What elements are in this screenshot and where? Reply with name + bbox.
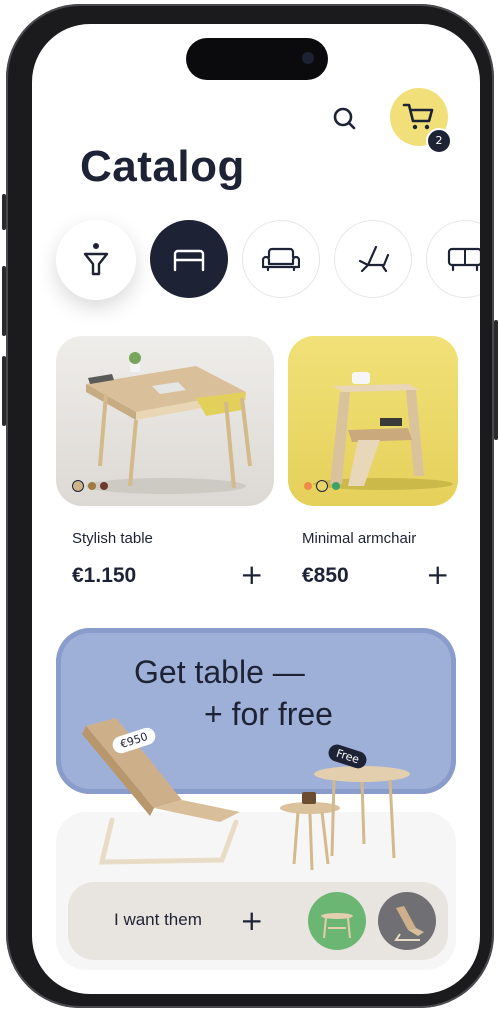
color-swatch[interactable] [304, 482, 312, 490]
bed-icon [173, 249, 205, 272]
product-name: Minimal armchair [302, 530, 417, 547]
color-swatch[interactable] [88, 482, 96, 490]
lounge-chair-icon [358, 245, 390, 273]
add-to-cart-button[interactable]: + [240, 561, 263, 589]
color-options [72, 480, 108, 492]
category-chairs[interactable] [334, 220, 412, 298]
product-price: €850 [302, 564, 349, 587]
top-bar: 2 [32, 84, 480, 154]
search-icon[interactable] [330, 104, 360, 134]
side-table-thumbnail[interactable] [308, 892, 366, 950]
filter-button[interactable] [56, 220, 136, 300]
cart-count-badge: 2 [426, 128, 452, 154]
volume-up-button [2, 266, 6, 336]
page-title: Catalog [80, 142, 245, 191]
color-swatch[interactable] [332, 482, 340, 490]
app-screen: 2 Catalog Stylish table €1.150 + Minimal… [32, 24, 480, 994]
phone-frame: 2 Catalog Stylish table €1.150 + Minimal… [2, 4, 498, 1008]
add-to-cart-button[interactable]: + [426, 561, 449, 589]
product-card-minimal-armchair[interactable] [288, 336, 458, 506]
color-swatch-selected[interactable] [72, 480, 84, 492]
cart-icon [402, 103, 434, 130]
i-want-them-button[interactable]: I want them + [68, 882, 448, 960]
volume-down-button [2, 356, 6, 426]
front-camera [302, 52, 314, 64]
filter-icon [83, 243, 109, 276]
cabinet-icon [447, 247, 480, 272]
product-price: €1.150 [72, 564, 137, 587]
product-card-stylish-table[interactable] [56, 336, 274, 506]
chair-thumbnail-image [394, 906, 424, 941]
color-options [304, 480, 340, 492]
power-button [494, 320, 498, 440]
table-thumbnail-image [321, 913, 353, 939]
category-cabinets[interactable] [426, 220, 480, 298]
promo-furniture-image [82, 718, 410, 871]
color-swatch-selected[interactable] [316, 480, 328, 492]
category-carousel [56, 220, 480, 304]
category-beds[interactable] [150, 220, 228, 298]
plus-icon: + [240, 904, 264, 937]
promo-headline: Get table — [134, 654, 305, 690]
sofa-icon [262, 247, 300, 272]
mute-switch [2, 194, 6, 230]
lounge-chair-thumbnail[interactable] [378, 892, 436, 950]
dynamic-island [186, 38, 328, 80]
cta-label: I want them [114, 910, 202, 929]
category-sofas[interactable] [242, 220, 320, 298]
color-swatch[interactable] [100, 482, 108, 490]
product-name: Stylish table [72, 530, 153, 547]
